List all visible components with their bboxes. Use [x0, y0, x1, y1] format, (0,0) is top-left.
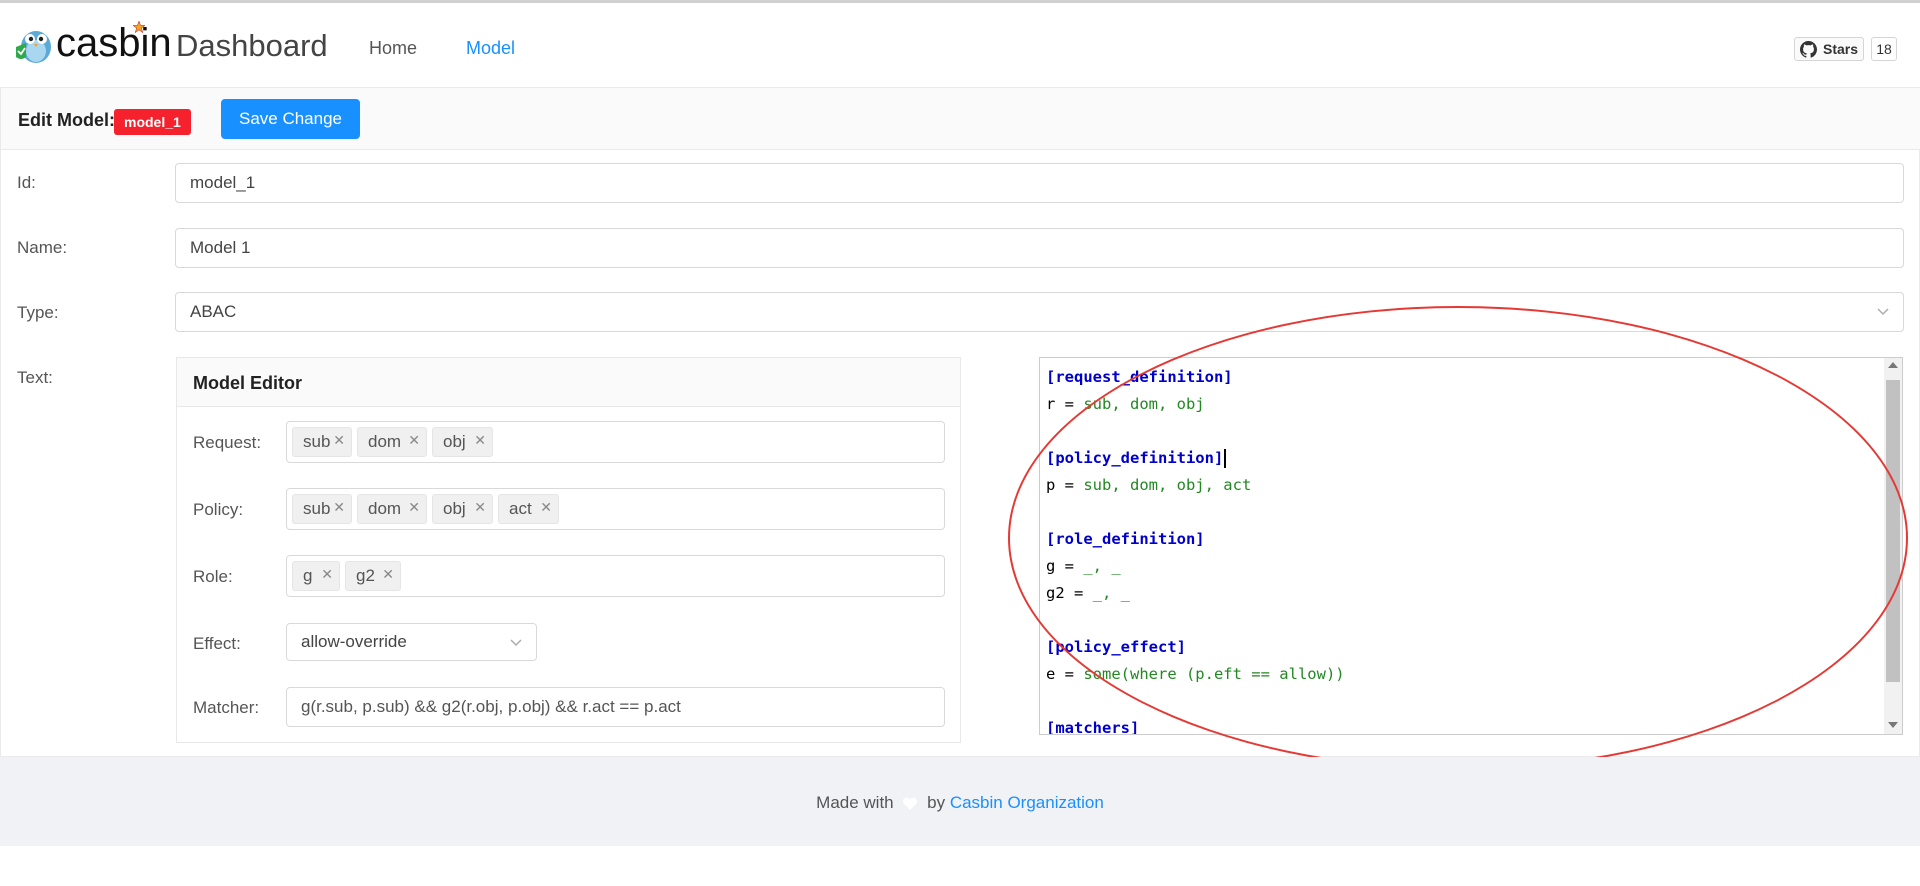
code-key: g = — [1046, 557, 1084, 575]
role-tag: g2 ✕ — [345, 561, 401, 591]
role-tags-input[interactable]: g ✕ g2 ✕ — [286, 555, 945, 597]
footer-by: by — [927, 793, 946, 812]
code-section-header: [policy_effect] — [1046, 638, 1186, 656]
header: casbin Dashboard Home Model Stars 18 — [0, 3, 1920, 89]
footer-prefix: Made with — [816, 793, 894, 812]
policy-tags-input[interactable]: sub ✕ dom ✕ obj ✕ act ✕ — [286, 488, 945, 530]
brand-subtitle: Dashboard — [176, 28, 328, 63]
code-section-header: [role_definition] — [1046, 530, 1205, 548]
code-key: r = — [1046, 395, 1084, 413]
code-key: g2 = — [1046, 584, 1093, 602]
code-value: _, _ — [1092, 584, 1130, 602]
code-value: some(where (p.eft == allow)) — [1083, 665, 1345, 683]
remove-tag-icon[interactable]: ✕ — [408, 432, 420, 449]
text-label: Text: — [17, 368, 53, 387]
code-key: e = — [1046, 665, 1084, 683]
code-lines: [request_definition]r = sub, dom, obj [po… — [1046, 364, 1345, 735]
role-tag: g ✕ — [292, 561, 340, 591]
card-header: Edit Model: model_1 Save Change — [1, 88, 1920, 150]
brand-name: casbin — [56, 21, 172, 65]
footer: Made with by Casbin Organization — [0, 757, 1920, 846]
policy-tag: dom ✕ — [357, 494, 427, 524]
matcher-input[interactable]: g(r.sub, p.sub) && g2(r.obj, p.obj) && r… — [286, 687, 945, 727]
casbin-logo-icon — [16, 31, 51, 63]
code-line: [request_definition] — [1046, 364, 1345, 391]
model-editor-header: Model Editor — [177, 358, 960, 407]
github-stars-label: Stars — [1823, 41, 1859, 57]
code-section-header: [matchers] — [1046, 719, 1140, 735]
name-label: Name: — [17, 238, 68, 257]
name-input[interactable]: Model 1 — [175, 228, 1904, 268]
save-change-button[interactable]: Save Change — [221, 99, 360, 139]
code-line: [matchers] — [1046, 715, 1345, 735]
request-tag: sub ✕ — [292, 427, 352, 457]
matcher-label: Matcher: — [193, 698, 260, 717]
chevron-down-icon — [1877, 308, 1889, 315]
request-tag: obj ✕ — [432, 427, 493, 457]
model-editor-panel: Model Editor Request: sub ✕ dom ✕ obj ✕ Pol… — [176, 357, 961, 743]
github-stars-button[interactable]: Stars — [1794, 37, 1864, 61]
nav-home[interactable]: Home — [369, 38, 417, 59]
code-line: [role_definition] — [1046, 526, 1345, 553]
effect-select-value: allow-override — [301, 632, 407, 651]
effect-label: Effect: — [193, 634, 241, 653]
code-section-header: [request_definition] — [1046, 368, 1233, 386]
code-section-header: [policy_definition] — [1046, 449, 1224, 467]
remove-tag-icon[interactable]: ✕ — [474, 499, 486, 516]
footer-text: Made with by Casbin Organization — [0, 793, 1920, 813]
remove-tag-icon[interactable]: ✕ — [333, 432, 345, 449]
model-editor-title: Model Editor — [193, 373, 302, 393]
github-icon — [1800, 41, 1817, 58]
id-input[interactable]: model_1 — [175, 163, 1904, 203]
text-cursor — [1224, 449, 1227, 468]
id-label: Id: — [17, 173, 36, 192]
remove-tag-icon[interactable]: ✕ — [474, 432, 486, 449]
type-select-value: ABAC — [190, 302, 237, 321]
remove-tag-icon[interactable]: ✕ — [321, 566, 333, 583]
policy-tag: act ✕ — [498, 494, 559, 524]
remove-tag-icon[interactable]: ✕ — [540, 499, 552, 516]
code-editor-scrollbar[interactable] — [1884, 358, 1902, 734]
request-label: Request: — [193, 433, 262, 452]
request-tags-input[interactable]: sub ✕ dom ✕ obj ✕ — [286, 421, 945, 463]
code-line: [policy_definition] — [1046, 445, 1345, 472]
heart-icon — [903, 797, 918, 810]
code-value: sub, dom, obj — [1083, 395, 1205, 413]
scroll-up-arrow-icon[interactable] — [1888, 362, 1898, 368]
code-value: _, _ — [1083, 557, 1121, 575]
code-line: [policy_effect] — [1046, 634, 1345, 661]
type-label: Type: — [17, 303, 59, 322]
nav-model[interactable]: Model — [466, 38, 515, 59]
policy-tag: obj ✕ — [432, 494, 493, 524]
code-line: g = _, _ — [1046, 553, 1345, 580]
edit-model-label: Edit Model: — [18, 110, 115, 130]
code-key: p = — [1046, 476, 1084, 494]
casbin-organization-link[interactable]: Casbin Organization — [950, 793, 1104, 812]
remove-tag-icon[interactable]: ✕ — [382, 566, 394, 583]
request-tag: dom ✕ — [357, 427, 427, 457]
policy-tag: sub ✕ — [292, 494, 352, 524]
code-line: r = sub, dom, obj — [1046, 391, 1345, 418]
code-line: e = some(where (p.eft == allow)) — [1046, 661, 1345, 688]
chevron-down-icon — [510, 639, 522, 646]
policy-label: Policy: — [193, 500, 244, 519]
code-value: sub, dom, obj, act — [1083, 476, 1252, 494]
star-icon — [133, 21, 145, 33]
github-stars-count[interactable]: 18 — [1871, 37, 1897, 61]
remove-tag-icon[interactable]: ✕ — [333, 499, 345, 516]
scrollbar-thumb[interactable] — [1886, 380, 1900, 682]
effect-select[interactable]: allow-override — [286, 623, 537, 661]
model-text-code-editor[interactable]: [request_definition]r = sub, dom, obj [po… — [1039, 357, 1903, 735]
code-line: g2 = _, _ — [1046, 580, 1345, 607]
scroll-down-arrow-icon[interactable] — [1888, 722, 1898, 728]
role-label: Role: — [193, 567, 233, 586]
model-name-tag: model_1 — [114, 109, 191, 135]
remove-tag-icon[interactable]: ✕ — [408, 499, 420, 516]
type-select[interactable]: ABAC — [175, 292, 1904, 332]
code-line: p = sub, dom, obj, act — [1046, 472, 1345, 499]
